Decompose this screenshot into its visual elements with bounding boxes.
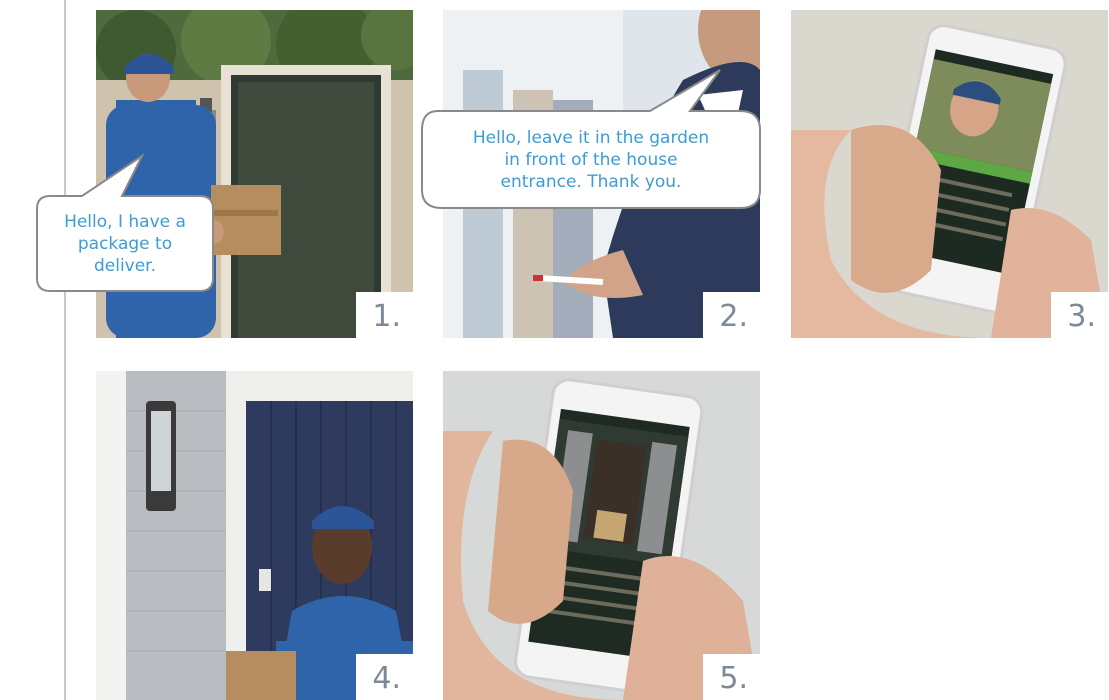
courier-at-door-camera-photo-image (96, 371, 413, 700)
phone-package-view-photo-image (443, 371, 760, 700)
step-5-number: 5. (703, 654, 760, 700)
courier-speech-text: Hello, I have a package to deliver. (64, 211, 186, 276)
vertical-divider (64, 0, 66, 700)
step-3-photo: 3. (791, 10, 1108, 338)
step-2-number: 2. (703, 292, 760, 338)
phone-video-call-photo-image (791, 10, 1108, 338)
owner-speech-bubble: Hello, leave it in the garden in front o… (420, 69, 762, 209)
courier-speech-bubble: Hello, I have a package to deliver. (36, 153, 214, 292)
step-5-photo: 5. (443, 371, 760, 700)
step-4-photo: 4. (96, 371, 413, 700)
step-4-number: 4. (356, 654, 413, 700)
owner-speech-text: Hello, leave it in the garden in front o… (472, 127, 710, 192)
step-1-number: 1. (356, 292, 413, 338)
step-3-number: 3. (1051, 292, 1108, 338)
